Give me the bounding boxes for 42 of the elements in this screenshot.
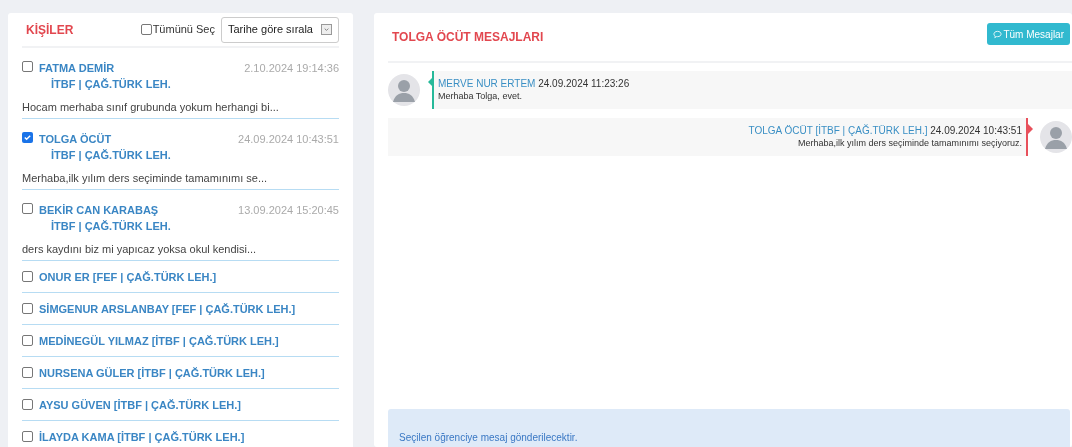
checkbox[interactable]: [22, 203, 33, 214]
contact-name[interactable]: BEKİR CAN KARABAŞ: [39, 203, 159, 217]
contact-name[interactable]: NURSENA GÜLER [İTBF | ÇAĞ.TÜRK LEH.]: [39, 365, 265, 380]
select-all-label[interactable]: Tümünü Seç: [152, 21, 215, 38]
message-preview: ders kaydını biz mi yapıcaz yoksa okul kendisi...: [22, 242, 258, 256]
message-time: 2.10.2024 19:14:36: [244, 61, 339, 75]
message-header: TOLGA ÖCÜT [İTBF | ÇAĞ.TÜRK LEH.] 24.09.2024 10:43:51: [747, 124, 1022, 137]
chat-icon: [993, 29, 1003, 39]
checkbox[interactable]: [22, 132, 33, 143]
notice-text: Seçilen öğrenciye mesaj gönderilecektir.: [399, 432, 578, 444]
checkbox[interactable]: [140, 24, 152, 35]
avatar-icon: [1040, 121, 1072, 153]
message-time: 13.09.2024 15:20:45: [238, 203, 339, 217]
contact-name[interactable]: TOLGA ÖCÜT: [39, 132, 112, 146]
checkbox[interactable]: [22, 335, 33, 346]
message-time: 24.09.2024 10:43:51: [238, 132, 339, 146]
contact-name[interactable]: AYSU GÜVEN [İTBF | ÇAĞ.TÜRK LEH.]: [39, 397, 241, 412]
checkbox[interactable]: [22, 271, 33, 282]
contact-department: İTBF | ÇAĞ.TÜRK LEH.: [51, 77, 172, 91]
checkbox[interactable]: [22, 367, 33, 378]
checkbox[interactable]: [22, 399, 33, 410]
checkbox[interactable]: [22, 303, 33, 314]
message-text: Merhaba,ilk yılım ders seçiminde tamamınımı seçiyoruz.: [796, 137, 1022, 150]
contact-name[interactable]: ONUR ER [FEF | ÇAĞ.TÜRK LEH.]: [39, 269, 217, 284]
contact-department: İTBF | ÇAĞ.TÜRK LEH.: [51, 219, 172, 233]
message-preview: Hocam merhaba sınıf grubunda yokum herhangi bi...: [22, 100, 280, 114]
contact-name[interactable]: İLAYDA KAMA [İTBF | ÇAĞ.TÜRK LEH.]: [39, 429, 245, 444]
message-text: Merhaba Tolga, evet.: [438, 90, 523, 103]
panel-title: KİŞİLER: [26, 21, 74, 39]
sort-dropdown[interactable]: Tarihe göre sırala: [221, 16, 339, 43]
message-header: MERVE NUR ERTEM 24.09.2024 11:23:26: [438, 77, 631, 90]
checkbox[interactable]: [22, 431, 33, 442]
checkbox[interactable]: [22, 61, 33, 72]
avatar-icon: [388, 74, 420, 106]
all-messages-button[interactable]: Tüm Mesajlar: [987, 23, 1070, 45]
contact-department: İTBF | ÇAĞ.TÜRK LEH.: [51, 148, 172, 162]
contact-name[interactable]: MEDİNEGÜL YILMAZ [İTBF | ÇAĞ.TÜRK LEH.]: [39, 333, 279, 348]
contact-name[interactable]: FATMA DEMİR: [39, 61, 115, 75]
panel-title: TOLGA ÖCÜT MESAJLARI: [392, 29, 544, 46]
contact-name[interactable]: SİMGENUR ARSLANBAY [FEF | ÇAĞ.TÜRK LEH.]: [39, 301, 296, 316]
message-preview: Merhaba,ilk yılım ders seçiminde tamamınımı se...: [22, 171, 269, 185]
caret-icon: [321, 24, 332, 35]
